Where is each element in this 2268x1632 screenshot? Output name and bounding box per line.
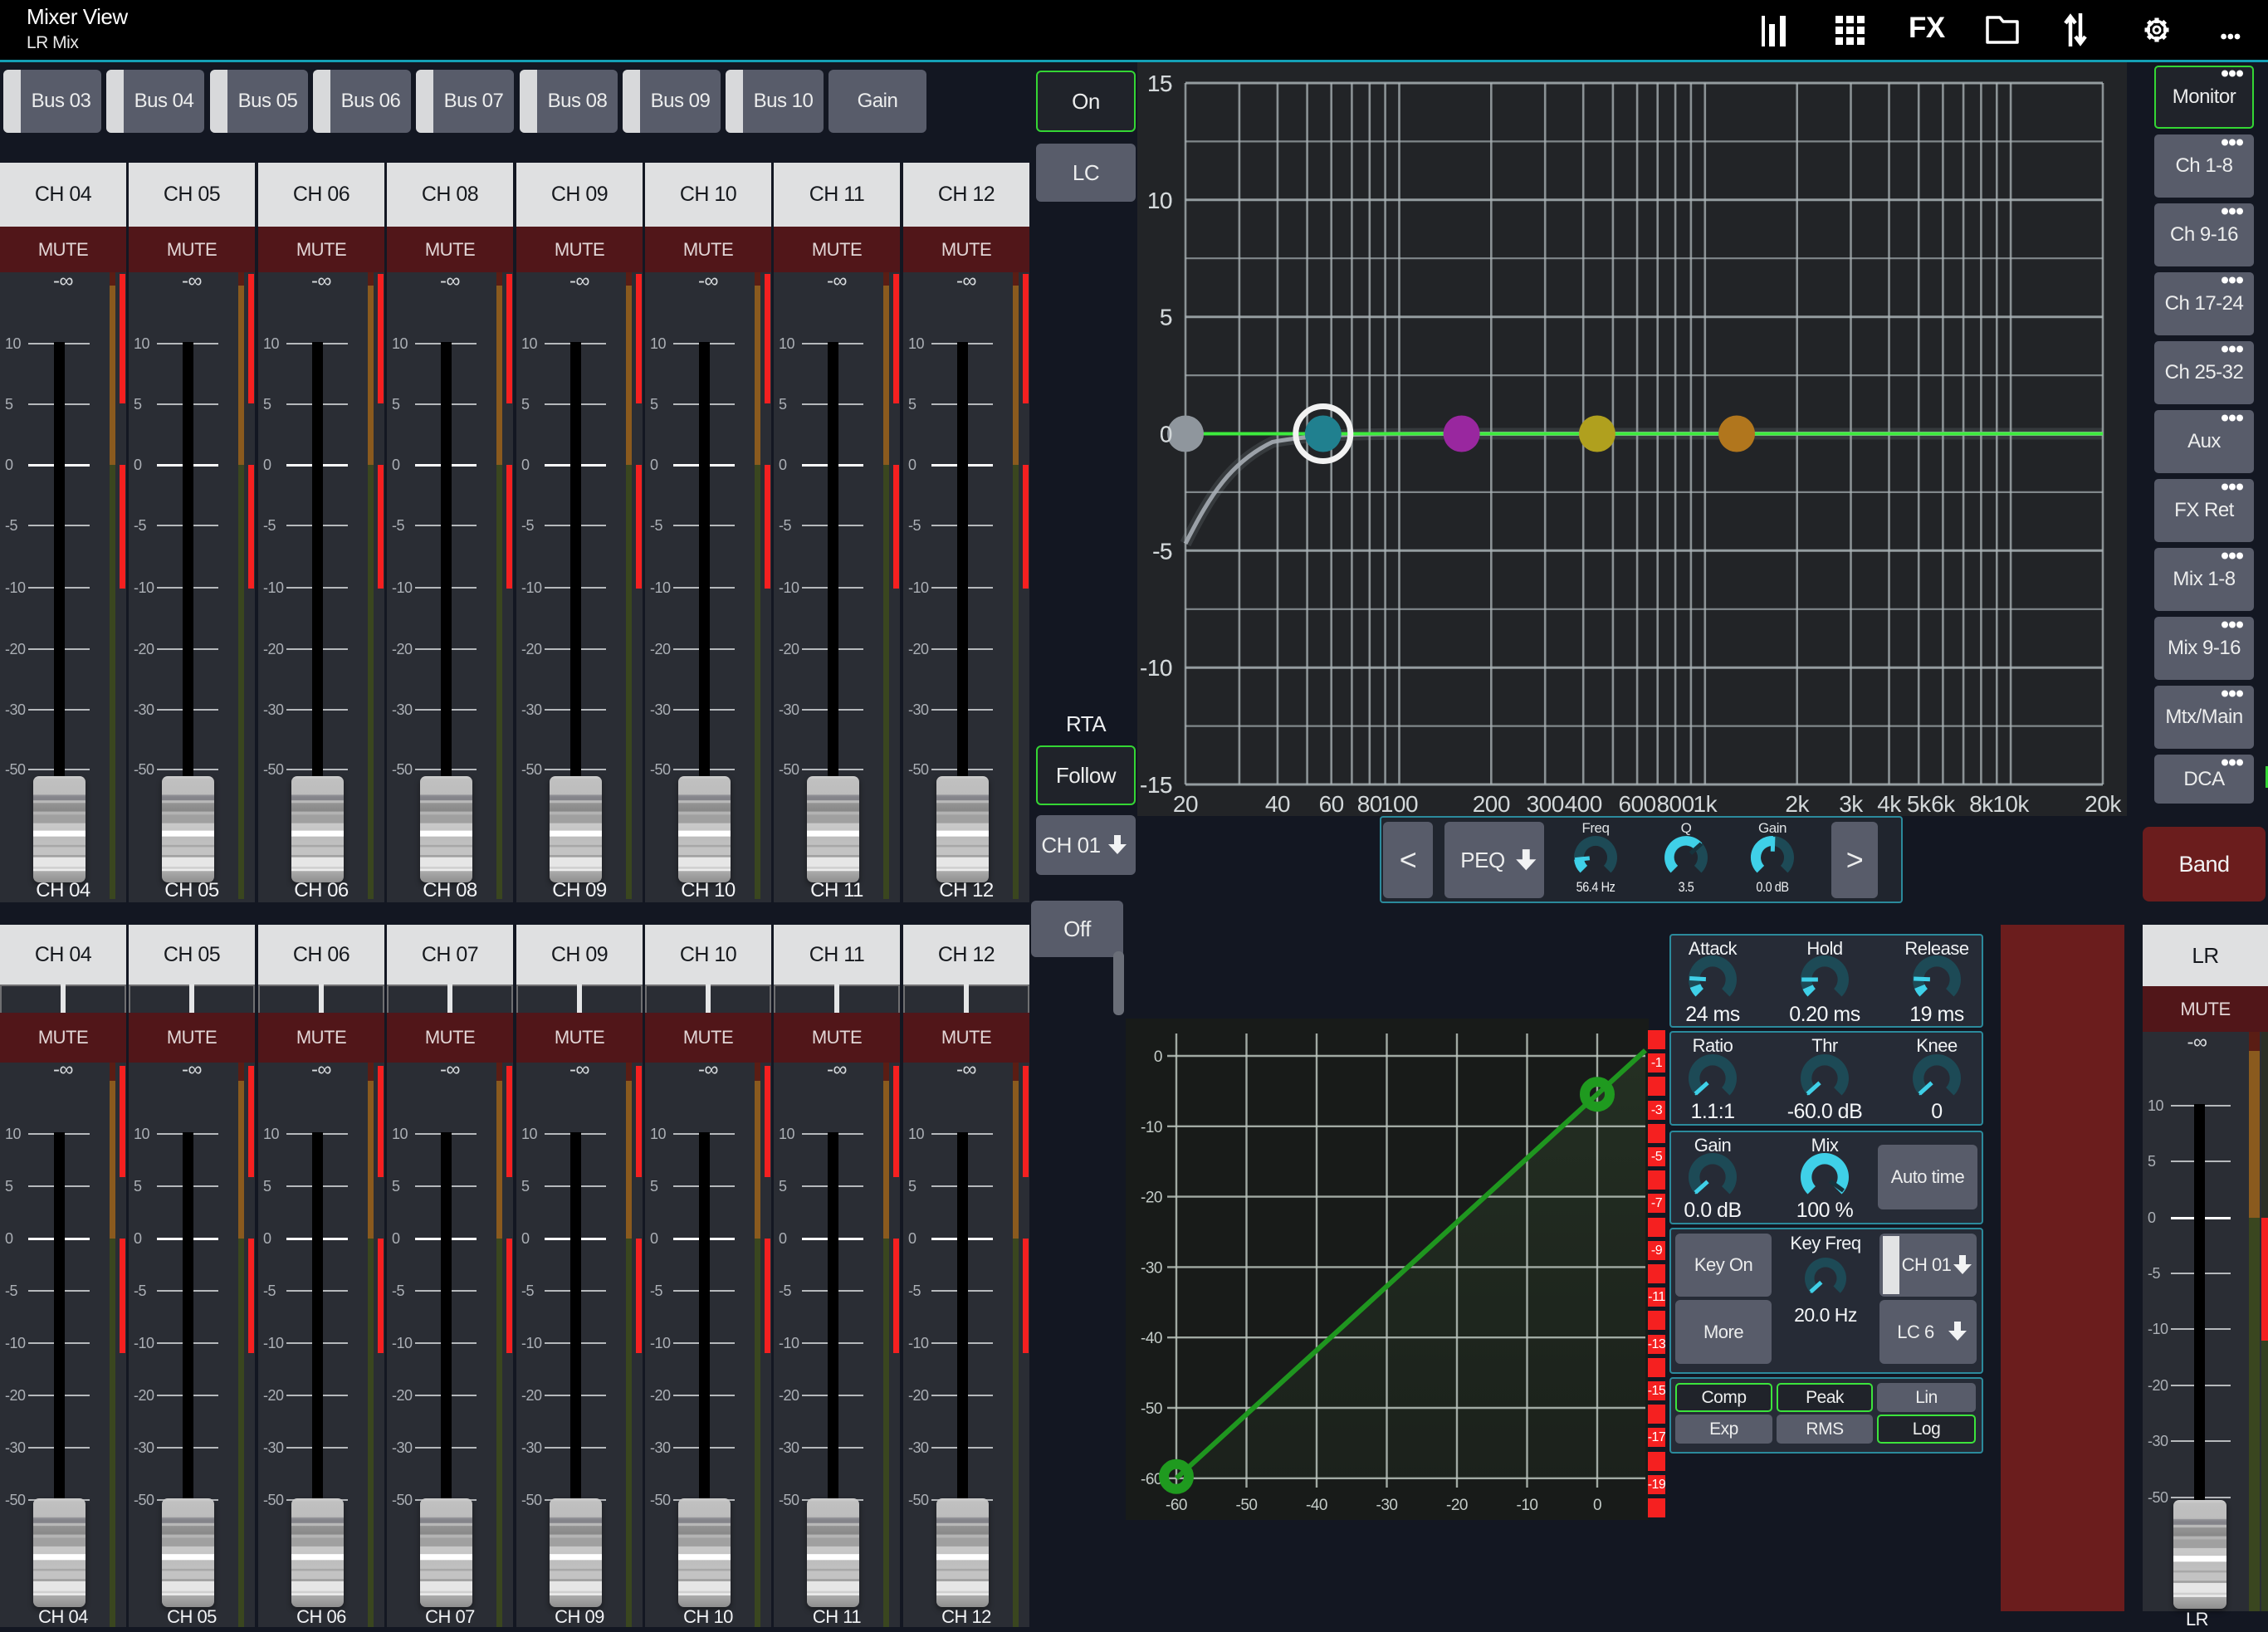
svg-text:-30: -30 <box>1376 1497 1398 1514</box>
svg-text:20: 20 <box>1173 791 1198 816</box>
svg-text:-60: -60 <box>1141 1471 1162 1488</box>
svg-text:-5: -5 <box>1152 538 1172 564</box>
svg-text:-30: -30 <box>1141 1259 1162 1277</box>
svg-text:800: 800 <box>1656 791 1694 816</box>
svg-text:100: 100 <box>1381 791 1418 816</box>
svg-text:-40: -40 <box>1141 1330 1162 1347</box>
svg-text:0: 0 <box>1593 1497 1601 1514</box>
svg-text:0: 0 <box>1160 422 1172 447</box>
svg-text:2k: 2k <box>1785 791 1810 816</box>
svg-text:5: 5 <box>1160 305 1172 330</box>
svg-text:10k: 10k <box>1992 791 2030 816</box>
svg-text:10: 10 <box>1147 188 1172 213</box>
svg-text:-50: -50 <box>1141 1400 1162 1418</box>
svg-text:-50: -50 <box>1236 1497 1258 1514</box>
svg-text:-20: -20 <box>1446 1497 1468 1514</box>
svg-text:-20: -20 <box>1141 1190 1162 1207</box>
svg-text:8k: 8k <box>1969 791 1994 816</box>
svg-text:-15: -15 <box>1140 772 1172 798</box>
svg-text:-10: -10 <box>1517 1497 1538 1514</box>
svg-text:4k: 4k <box>1877 791 1902 816</box>
svg-text:600: 600 <box>1618 791 1655 816</box>
svg-text:60: 60 <box>1319 791 1344 816</box>
svg-text:-10: -10 <box>1140 655 1172 681</box>
svg-text:5k: 5k <box>1907 791 1932 816</box>
svg-text:3k: 3k <box>1839 791 1864 816</box>
svg-text:20k: 20k <box>2085 791 2122 816</box>
svg-text:-40: -40 <box>1306 1497 1327 1514</box>
svg-text:0: 0 <box>1154 1048 1162 1066</box>
svg-text:80: 80 <box>1357 791 1382 816</box>
svg-text:200: 200 <box>1473 791 1510 816</box>
svg-text:400: 400 <box>1565 791 1602 816</box>
svg-text:6k: 6k <box>1931 791 1956 816</box>
svg-text:300: 300 <box>1527 791 1564 816</box>
svg-text:15: 15 <box>1147 71 1172 96</box>
svg-text:-60: -60 <box>1166 1497 1187 1514</box>
svg-text:-10: -10 <box>1141 1119 1162 1136</box>
svg-text:1k: 1k <box>1694 791 1718 816</box>
svg-text:40: 40 <box>1265 791 1290 816</box>
